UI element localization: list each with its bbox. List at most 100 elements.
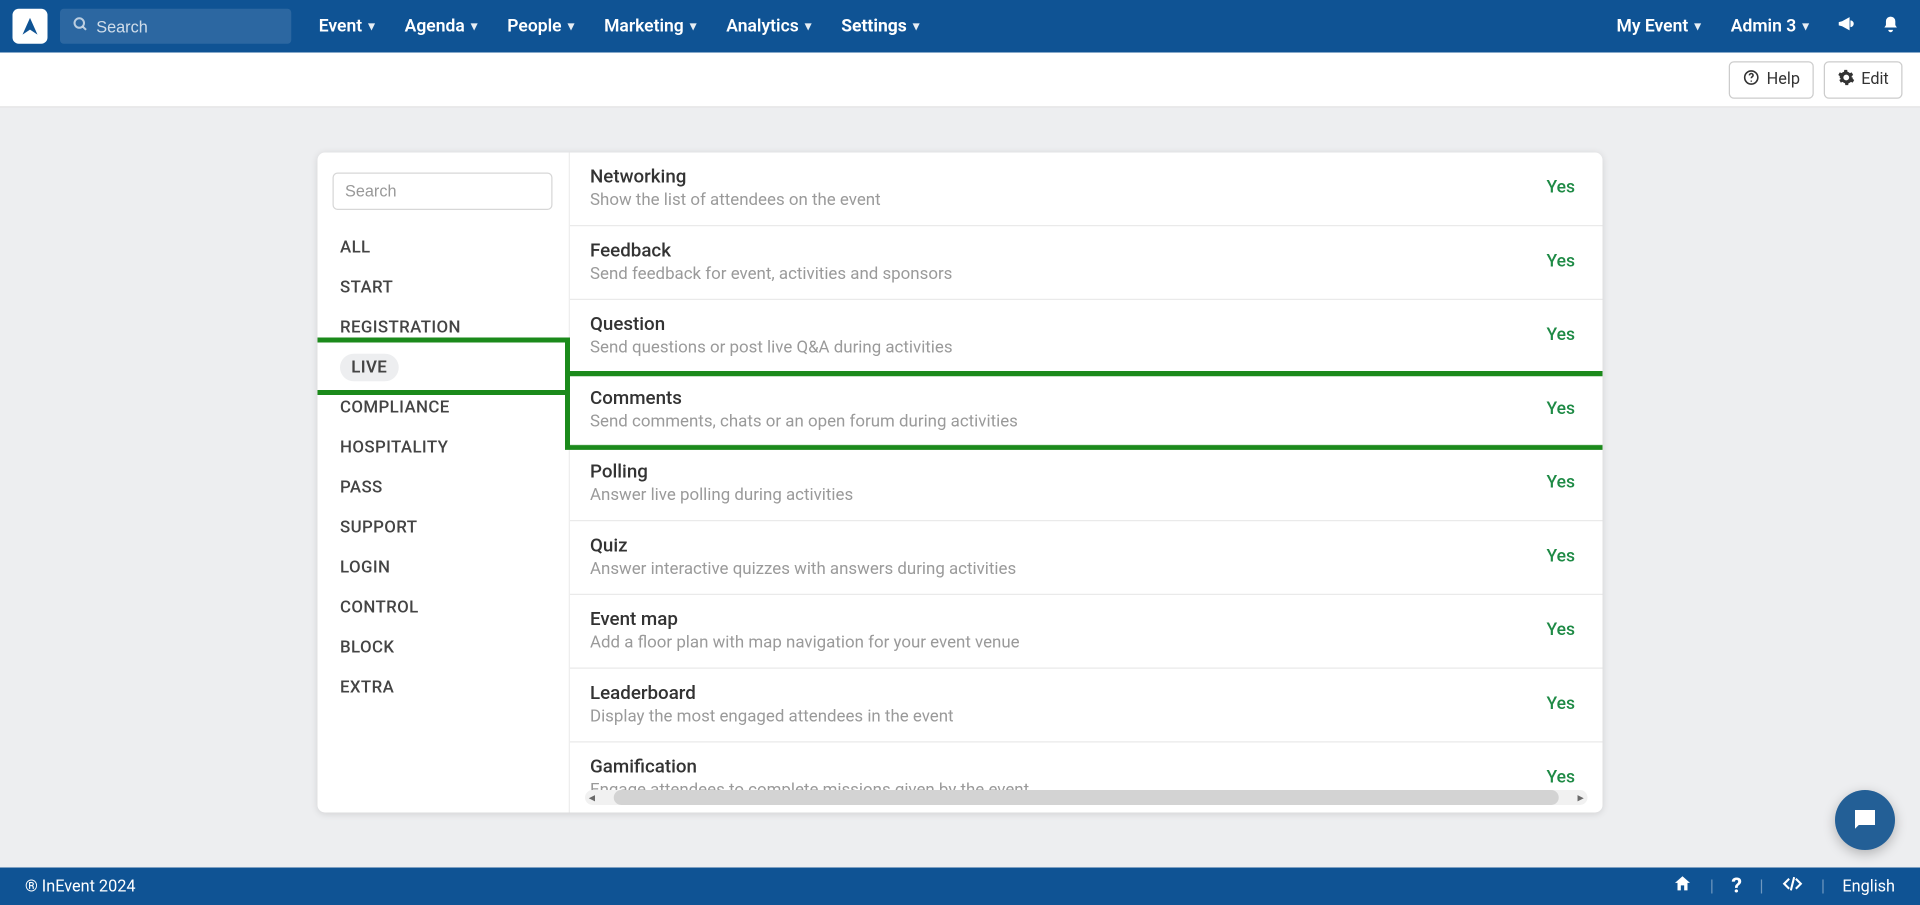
nav-link-marketing[interactable]: Marketing▾ bbox=[594, 16, 706, 36]
setting-main: NetworkingShow the list of attendees on … bbox=[590, 165, 1534, 210]
nav-link-label: Agenda bbox=[405, 16, 465, 36]
chevron-down-icon: ▾ bbox=[1802, 19, 1808, 33]
setting-title: Leaderboard bbox=[590, 681, 1534, 704]
footer-copyright: ® InEvent 2024 bbox=[25, 877, 135, 896]
nav-link-analytics[interactable]: Analytics ▾ bbox=[716, 16, 821, 36]
setting-main: FeedbackSend feedback for event, activit… bbox=[590, 239, 1534, 284]
nav-link-people[interactable]: People ▾ bbox=[497, 16, 584, 36]
category-list: ALL START REGISTRATION LIVE COMPLIANCE HOSPIT… bbox=[333, 228, 557, 708]
nav-my-event-label: My Event bbox=[1617, 16, 1689, 36]
chat-launcher[interactable] bbox=[1835, 790, 1895, 850]
horizontal-scrollbar[interactable]: ◂ ▸ bbox=[585, 790, 1588, 805]
scroll-left-icon[interactable]: ◂ bbox=[585, 791, 599, 805]
category-extra[interactable]: EXTRA bbox=[333, 668, 557, 708]
nav-links: Event▾ Agenda ▾ People ▾ Marketing▾ Analytics ▾… bbox=[309, 16, 930, 36]
sidebar-search[interactable] bbox=[333, 173, 553, 211]
edit-button[interactable]: Edit bbox=[1824, 61, 1903, 99]
category-label: REGISTRATION bbox=[340, 318, 461, 338]
category-label: EXTRA bbox=[340, 678, 394, 698]
brand-logo[interactable] bbox=[13, 9, 48, 44]
nav-link-label: People bbox=[507, 16, 561, 36]
setting-main: Event mapAdd a floor plan with map navig… bbox=[590, 608, 1534, 653]
edit-label: Edit bbox=[1861, 70, 1889, 89]
category-all[interactable]: ALL bbox=[333, 228, 557, 268]
category-pass[interactable]: PASS bbox=[333, 468, 557, 508]
category-compliance[interactable]: COMPLIANCE bbox=[333, 388, 557, 428]
nav-link-label: Analytics bbox=[726, 16, 798, 36]
category-login[interactable]: LOGIN bbox=[333, 548, 557, 588]
chevron-down-icon: ▾ bbox=[471, 19, 477, 33]
setting-status: Yes bbox=[1546, 399, 1582, 419]
category-label: LIVE bbox=[340, 354, 398, 382]
chevron-down-icon: ▾ bbox=[568, 19, 574, 33]
help-button[interactable]: Help bbox=[1729, 61, 1814, 99]
search-icon bbox=[73, 16, 89, 37]
setting-row[interactable]: LeaderboardDisplay the most engaged atte… bbox=[570, 669, 1603, 743]
setting-title: Gamification bbox=[590, 755, 1534, 778]
nav-link-label: Event bbox=[319, 16, 362, 36]
global-search[interactable] bbox=[60, 9, 291, 44]
category-start[interactable]: START bbox=[333, 268, 557, 308]
help-label: Help bbox=[1767, 70, 1800, 89]
announce-icon[interactable] bbox=[1829, 14, 1864, 39]
code-icon[interactable] bbox=[1781, 874, 1804, 899]
category-support[interactable]: SUPPORT bbox=[333, 508, 557, 548]
category-block[interactable]: BLOCK bbox=[333, 628, 557, 668]
category-label: LOGIN bbox=[340, 558, 390, 578]
setting-title: Question bbox=[590, 313, 1534, 336]
bell-icon[interactable] bbox=[1874, 14, 1908, 38]
main-stage: ALL START REGISTRATION LIVE COMPLIANCE HOSPIT… bbox=[0, 108, 1920, 868]
nav-user[interactable]: Admin 3 ▾ bbox=[1721, 16, 1819, 36]
gear-icon bbox=[1837, 68, 1855, 91]
nav-link-settings[interactable]: Settings▾ bbox=[831, 16, 929, 36]
category-label: HOSPITALITY bbox=[340, 438, 448, 458]
category-label: ALL bbox=[340, 238, 371, 258]
setting-status: Yes bbox=[1546, 178, 1582, 198]
setting-row[interactable]: Event mapAdd a floor plan with map navig… bbox=[570, 595, 1603, 669]
setting-desc: Answer live polling during activities bbox=[590, 485, 1534, 505]
scroll-right-icon[interactable]: ▸ bbox=[1574, 791, 1588, 805]
setting-main: QuizAnswer interactive quizzes with answ… bbox=[590, 534, 1534, 579]
category-hospitality[interactable]: HOSPITALITY bbox=[333, 428, 557, 468]
sidebar-search-input[interactable] bbox=[345, 181, 540, 200]
global-search-input[interactable] bbox=[96, 17, 279, 36]
setting-main: PollingAnswer live polling during activi… bbox=[590, 460, 1534, 505]
setting-row[interactable]: CommentsSend comments, chats or an open … bbox=[570, 374, 1603, 448]
nav-user-label: Admin 3 bbox=[1731, 16, 1796, 36]
setting-desc: Send comments, chats or an open forum du… bbox=[590, 411, 1534, 431]
chevron-down-icon: ▾ bbox=[805, 19, 811, 33]
setting-status: Yes bbox=[1546, 694, 1582, 714]
category-registration[interactable]: REGISTRATION bbox=[333, 308, 557, 348]
category-label: BLOCK bbox=[340, 638, 394, 658]
setting-row[interactable]: PollingAnswer live polling during activi… bbox=[570, 448, 1603, 522]
setting-desc: Show the list of attendees on the event bbox=[590, 190, 1534, 210]
setting-status: Yes bbox=[1546, 546, 1582, 566]
nav-link-agenda[interactable]: Agenda ▾ bbox=[395, 16, 488, 36]
setting-desc: Display the most engaged attendees in th… bbox=[590, 706, 1534, 726]
page-toolbar: Help Edit bbox=[0, 53, 1920, 108]
category-label: PASS bbox=[340, 478, 383, 498]
setting-row[interactable]: QuizAnswer interactive quizzes with answ… bbox=[570, 521, 1603, 595]
footer-help-icon[interactable]: ? bbox=[1731, 874, 1742, 899]
home-icon[interactable] bbox=[1672, 874, 1692, 899]
setting-desc: Add a floor plan with map navigation for… bbox=[590, 633, 1534, 653]
footer-language[interactable]: English bbox=[1842, 877, 1895, 896]
setting-main: QuestionSend questions or post live Q&A … bbox=[590, 313, 1534, 358]
setting-title: Polling bbox=[590, 460, 1534, 483]
setting-row[interactable]: QuestionSend questions or post live Q&A … bbox=[570, 300, 1603, 374]
setting-title: Feedback bbox=[590, 239, 1534, 262]
setting-row[interactable]: FeedbackSend feedback for event, activit… bbox=[570, 226, 1603, 300]
nav-link-event[interactable]: Event▾ bbox=[309, 16, 385, 36]
setting-main: CommentsSend comments, chats or an open … bbox=[590, 386, 1534, 431]
category-control[interactable]: CONTROL bbox=[333, 588, 557, 628]
category-live[interactable]: LIVE bbox=[333, 348, 557, 388]
setting-title: Event map bbox=[590, 608, 1534, 631]
setting-title: Comments bbox=[590, 386, 1534, 409]
setting-row[interactable]: NetworkingShow the list of attendees on … bbox=[570, 153, 1603, 227]
settings-content[interactable]: NetworkingShow the list of attendees on … bbox=[570, 153, 1603, 813]
settings-sidebar: ALL START REGISTRATION LIVE COMPLIANCE HOSPIT… bbox=[318, 153, 571, 813]
setting-status: Yes bbox=[1546, 473, 1582, 493]
nav-my-event[interactable]: My Event ▾ bbox=[1607, 16, 1711, 36]
category-label: START bbox=[340, 278, 393, 298]
scrollbar-thumb[interactable] bbox=[614, 790, 1559, 805]
